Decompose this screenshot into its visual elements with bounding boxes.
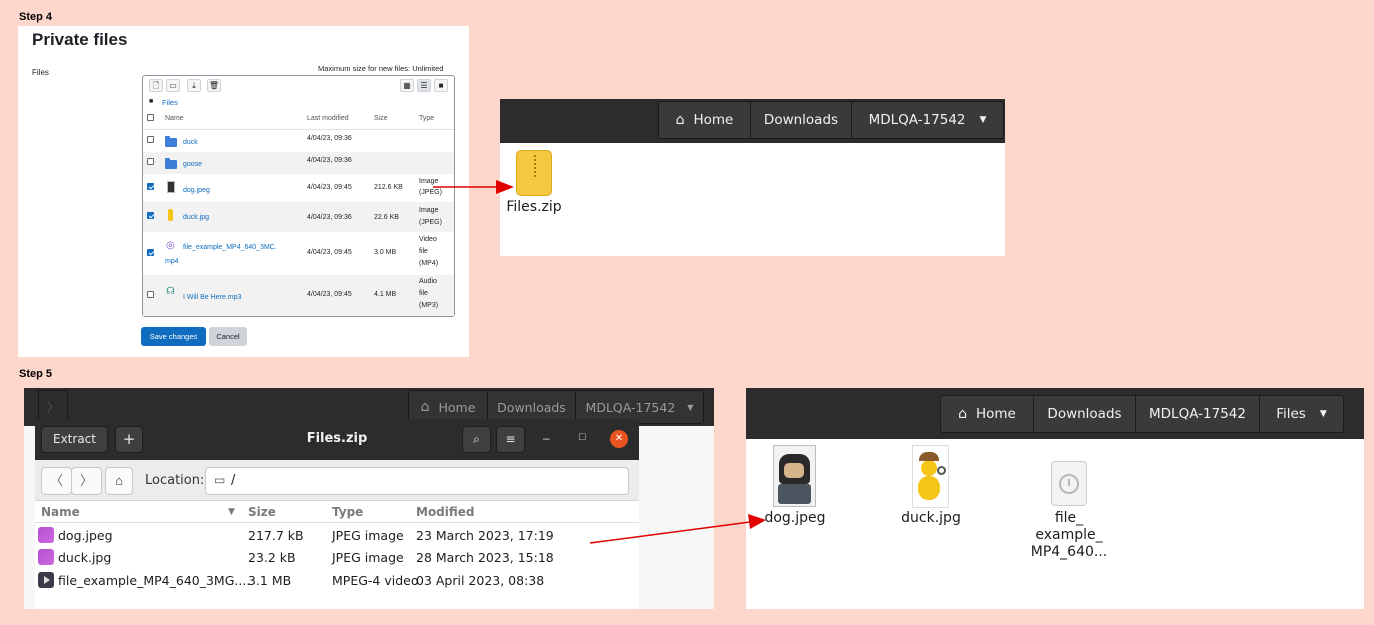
arrow-step4-head xyxy=(496,180,514,194)
annotation-arrows xyxy=(433,180,766,544)
arrow-step5-head xyxy=(748,514,766,529)
arrow-step5-line xyxy=(589,521,751,544)
